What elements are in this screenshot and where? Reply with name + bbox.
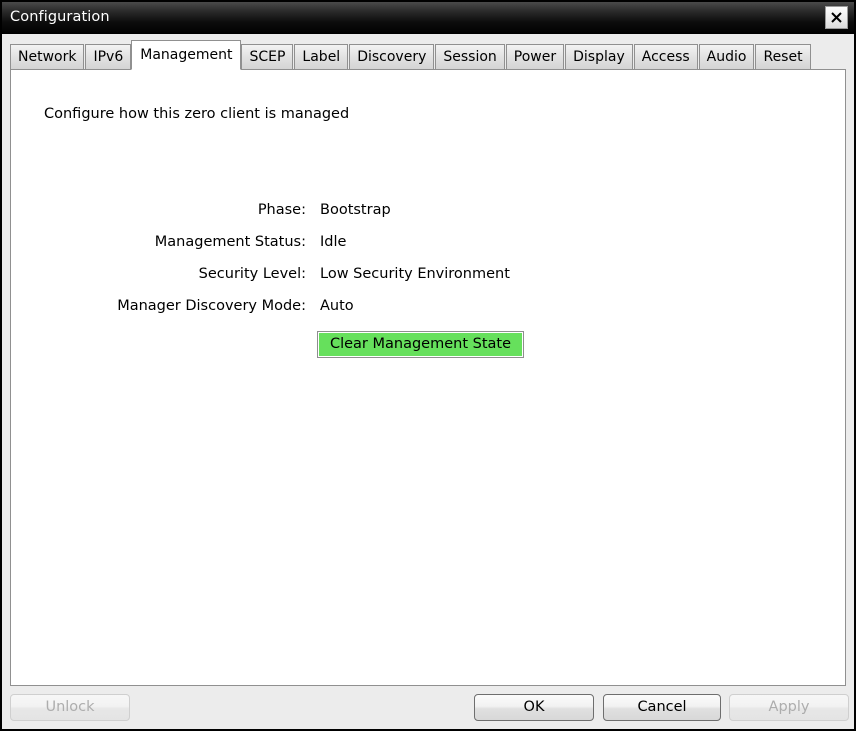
field-value: Low Security Environment bbox=[320, 266, 510, 282]
apply-button: Apply bbox=[729, 694, 849, 721]
close-icon bbox=[831, 12, 842, 23]
tab-reset[interactable]: Reset bbox=[755, 44, 811, 70]
tab-session[interactable]: Session bbox=[435, 44, 505, 70]
field-row: Security Level: Low Security Environment bbox=[11, 266, 845, 298]
management-field-list: Phase: Bootstrap Management Status: Idle Sec… bbox=[11, 202, 845, 330]
field-label: Security Level: bbox=[198, 266, 306, 282]
window-title: Configuration bbox=[10, 9, 110, 25]
field-label: Phase: bbox=[257, 202, 306, 218]
management-tab-panel: Configure how this zero client is manage… bbox=[10, 69, 846, 686]
field-label: Manager Discovery Mode: bbox=[117, 298, 306, 314]
field-value: Bootstrap bbox=[320, 202, 391, 218]
field-label: Management Status: bbox=[154, 234, 306, 250]
tab-ipv6[interactable]: IPv6 bbox=[85, 44, 132, 70]
field-value: Auto bbox=[320, 298, 354, 314]
cancel-button[interactable]: Cancel bbox=[603, 694, 721, 721]
panel-description: Configure how this zero client is manage… bbox=[44, 106, 350, 122]
tab-label[interactable]: Label bbox=[294, 44, 349, 70]
clear-management-state-button[interactable]: Clear Management State bbox=[317, 331, 524, 358]
tab-discovery[interactable]: Discovery bbox=[349, 44, 435, 70]
field-value: Idle bbox=[320, 234, 347, 250]
tab-audio[interactable]: Audio bbox=[698, 44, 755, 70]
configuration-window: Configuration Network IPv6 Management SCEP L… bbox=[0, 0, 856, 731]
dialog-footer: Unlock OK Cancel Apply bbox=[2, 686, 854, 729]
tab-strip: Network IPv6 Management SCEP Label Discovery S… bbox=[10, 40, 846, 70]
tab-display[interactable]: Display bbox=[565, 44, 633, 70]
close-button[interactable] bbox=[825, 6, 848, 29]
tab-access[interactable]: Access bbox=[633, 44, 698, 70]
field-row: Manager Discovery Mode: Auto bbox=[11, 298, 845, 330]
tab-network[interactable]: Network bbox=[10, 44, 85, 70]
ok-button[interactable]: OK bbox=[474, 694, 594, 721]
title-bar: Configuration bbox=[2, 2, 854, 34]
tab-management[interactable]: Management bbox=[131, 40, 242, 70]
field-row: Phase: Bootstrap bbox=[11, 202, 845, 234]
unlock-button: Unlock bbox=[10, 694, 130, 721]
field-row: Management Status: Idle bbox=[11, 234, 845, 266]
tab-power[interactable]: Power bbox=[505, 44, 565, 70]
tab-scep[interactable]: SCEP bbox=[241, 44, 294, 70]
